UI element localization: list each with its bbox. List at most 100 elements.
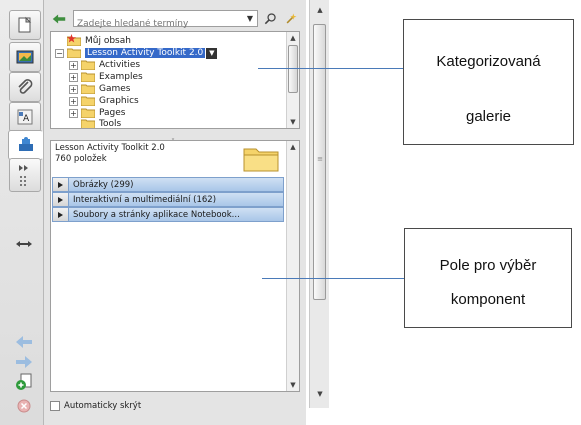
back-arrow-icon (16, 336, 32, 348)
scroll-down-arrow-icon[interactable]: ▼ (314, 388, 326, 400)
tree-item-activities[interactable]: + Activities (69, 59, 140, 71)
scroll-up-arrow-icon[interactable]: ▲ (314, 4, 326, 16)
star-icon (67, 34, 76, 43)
expand-category-button[interactable] (53, 193, 69, 206)
delete-button[interactable] (12, 395, 36, 415)
collection-title: Lesson Activity Toolkit 2.0 (55, 143, 165, 153)
page-sorter-tab[interactable] (9, 10, 41, 40)
page-sorter-icon (18, 16, 32, 33)
expand-category-button[interactable] (53, 178, 69, 191)
play-arrow-icon (58, 196, 63, 203)
tree-scrollbar[interactable]: ▲ ▼ (286, 32, 299, 128)
tree-scroll-thumb[interactable] (288, 45, 298, 93)
selected-collection-header: Lesson Activity Toolkit 2.0 760 položek (55, 143, 165, 165)
add-page-button[interactable] (12, 372, 36, 392)
auto-hide-label: Automaticky skrýt (64, 401, 142, 411)
category-label: Obrázky (299) (73, 179, 134, 190)
page-scrollbar[interactable]: ▲ ≡ ▼ (309, 0, 329, 408)
gallery-tab[interactable] (9, 42, 41, 72)
category-label: Interaktivní a multimediální (162) (73, 194, 217, 205)
grip-icon: ≡ (317, 155, 323, 163)
addons-tab[interactable] (8, 130, 43, 160)
pane-splitter-handle[interactable]: ˬ (171, 131, 175, 140)
search-history-dropdown[interactable]: ▼ (244, 12, 256, 25)
back-button[interactable] (12, 332, 36, 352)
tree-item-label: Examples (99, 72, 143, 82)
collection-item-count: 760 položek (55, 154, 107, 164)
tree-item-label: Activities (99, 60, 141, 70)
attachments-tab[interactable] (9, 72, 41, 102)
tree-item-label: Games (99, 84, 131, 94)
scroll-up-arrow-icon[interactable]: ▲ (287, 32, 299, 44)
tree-item-tools[interactable]: Tools (69, 118, 122, 129)
tree-item-examples[interactable]: + Examples (69, 71, 143, 83)
search-input[interactable] (74, 16, 242, 32)
components-annotation-box: Pole pro výběr komponent (404, 228, 572, 328)
annotation-line-1: Kategorizovaná (436, 53, 541, 70)
collapse-panel-tab[interactable] (9, 158, 41, 192)
expand-toggle[interactable]: + (69, 96, 78, 106)
scroll-down-arrow-icon[interactable]: ▼ (287, 379, 299, 391)
expand-toggle[interactable]: + (69, 72, 78, 82)
category-label: Soubory a stránky aplikace Notebook... (73, 209, 240, 220)
resize-arrows-icon (16, 241, 32, 247)
folder-icon (81, 119, 95, 128)
search-button[interactable] (261, 10, 279, 28)
tree-item-label: Pages (99, 108, 126, 118)
tree-item-label: Graphics (99, 96, 139, 106)
expand-category-button[interactable] (53, 208, 69, 221)
side-tab-strip: A (0, 0, 44, 425)
play-arrow-icon (58, 211, 63, 218)
tree-item-games[interactable]: + Games (69, 83, 130, 95)
category-row-interactive[interactable]: Interaktivní a multimediální (162) (52, 192, 284, 207)
expand-toggle[interactable]: + (69, 84, 78, 94)
annotation-line-2: galerie (465, 108, 512, 125)
gallery-callout-line (258, 68, 404, 69)
forward-button[interactable] (12, 352, 36, 372)
expand-toggle[interactable]: + (69, 108, 78, 118)
forward-arrow-icon (16, 356, 32, 368)
category-row-notebook-files[interactable]: Soubory a stránky aplikace Notebook... (52, 207, 284, 222)
gallery-category-tree: Můj obsah − Lesson Activity Toolkit 2.0 … (50, 31, 300, 129)
tree-item-label: Lesson Activity Toolkit 2.0 (85, 48, 206, 58)
page-scroll-thumb[interactable]: ≡ (313, 24, 326, 300)
add-page-icon (16, 373, 32, 390)
category-row-images[interactable]: Obrázky (299) (52, 177, 284, 192)
back-arrow-icon (52, 14, 66, 24)
tree-item-my-content[interactable]: Můj obsah (55, 34, 131, 47)
annotation-line-2: komponent (450, 291, 526, 308)
annotation-line-1: Pole pro výběr (439, 257, 537, 274)
gallery-panel: ▼ Můj obsah − Lesson Activity Toolkit 2.… (44, 0, 306, 425)
detail-scrollbar[interactable]: ▲ ▼ (286, 141, 299, 391)
folder-icon (67, 48, 81, 58)
folder-icon (243, 148, 279, 172)
gallery-annotation-box: Kategorizovaná galerie (403, 19, 574, 145)
scroll-down-arrow-icon[interactable]: ▼ (287, 116, 299, 128)
delete-icon (17, 399, 31, 413)
properties-icon: A (17, 109, 33, 125)
item-menu-dropdown[interactable]: ▼ (206, 47, 218, 59)
collapse-toggle[interactable]: − (55, 48, 64, 58)
auto-hide-option[interactable]: Automaticky skrýt (50, 401, 141, 411)
folder-icon (81, 72, 95, 82)
search-options-button[interactable] (282, 10, 300, 28)
expand-toggle[interactable]: + (69, 60, 78, 70)
scroll-up-arrow-icon[interactable]: ▲ (287, 141, 299, 153)
resize-panel-button[interactable] (12, 234, 36, 254)
gallery-icon (16, 50, 34, 64)
folder-icon (81, 96, 95, 106)
svg-text:A: A (23, 114, 30, 124)
back-search-button[interactable] (50, 10, 68, 28)
folder-icon (81, 84, 95, 94)
search-options-icon (286, 13, 297, 24)
search-field[interactable]: ▼ (73, 10, 258, 32)
component-selection-pane: Lesson Activity Toolkit 2.0 760 položek … (50, 140, 300, 392)
tree-item-label: Tools (99, 119, 122, 129)
tree-item-label: Můj obsah (85, 36, 131, 46)
properties-tab[interactable]: A (9, 102, 41, 132)
tree-item-graphics[interactable]: + Graphics (69, 95, 139, 107)
folder-icon (81, 108, 95, 118)
folder-icon (81, 60, 95, 70)
tree-item-lesson-toolkit[interactable]: − Lesson Activity Toolkit 2.0 ▼ (55, 47, 218, 59)
auto-hide-checkbox[interactable] (50, 401, 60, 411)
